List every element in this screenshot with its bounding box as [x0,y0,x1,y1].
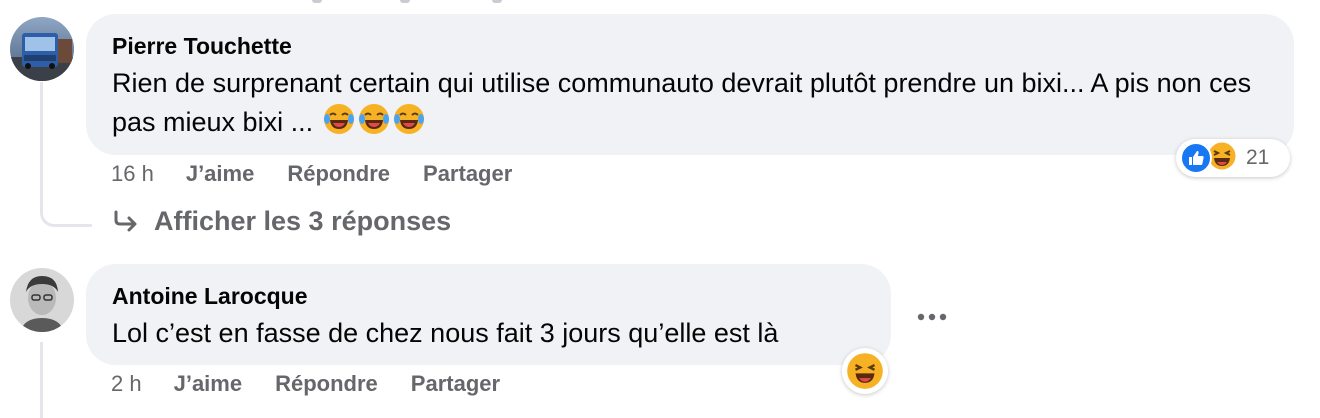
more-dots-icon [917,313,947,321]
comment-timestamp[interactable]: 2 h [111,371,142,397]
reply-arrow-icon [114,210,137,231]
view-replies-label: Afficher les 3 réponses [154,206,452,236]
previous-actions-stub [0,0,1320,4]
like-button[interactable]: J’aime [174,371,243,397]
thread-line [40,82,43,212]
reply-button[interactable]: Répondre [287,161,390,187]
reply-button[interactable]: Répondre [275,371,378,397]
view-replies-button[interactable]: Afficher les 3 réponses [112,206,451,237]
avatar-antoine[interactable] [10,268,74,332]
laughing-tears-icon [393,103,425,146]
comment-text-body: Rien de surprenant certain qui utilise c… [112,68,1252,137]
comment-text: Rien de surprenant certain qui utilise c… [112,64,1268,146]
comment-author[interactable]: Pierre Touchette [112,32,1268,60]
comment-text: Lol c’est en fasse de chez nous fait 3 j… [112,318,779,348]
comment-actions-1: 16 h J’aime Répondre Partager [111,161,545,187]
share-button[interactable]: Partager [423,161,512,187]
comment-bubble-2: Antoine Larocque Lol c’est en fasse de c… [86,264,891,365]
reaction-summary[interactable]: 21 [1176,139,1290,177]
share-button[interactable]: Partager [411,371,500,397]
thread-branch-line [40,209,92,227]
comment-actions-2: 2 h J’aime Répondre Partager [111,371,533,397]
more-options-button[interactable] [912,302,952,332]
reaction-summary-2[interactable] [842,348,888,394]
like-button[interactable]: J’aime [186,161,255,187]
avatar-pierre[interactable] [10,17,74,81]
comment-timestamp[interactable]: 16 h [111,161,154,187]
laughing-tears-icon [323,103,355,146]
thread-line-2 [40,342,43,418]
reaction-count: 21 [1246,146,1270,169]
comment-author[interactable]: Antoine Larocque [112,282,865,310]
comment-bubble-1: Pierre Touchette Rien de surprenant cert… [86,14,1294,155]
haha-icon [847,353,883,389]
like-icon [1180,142,1212,174]
laughing-tears-icon [358,103,390,146]
